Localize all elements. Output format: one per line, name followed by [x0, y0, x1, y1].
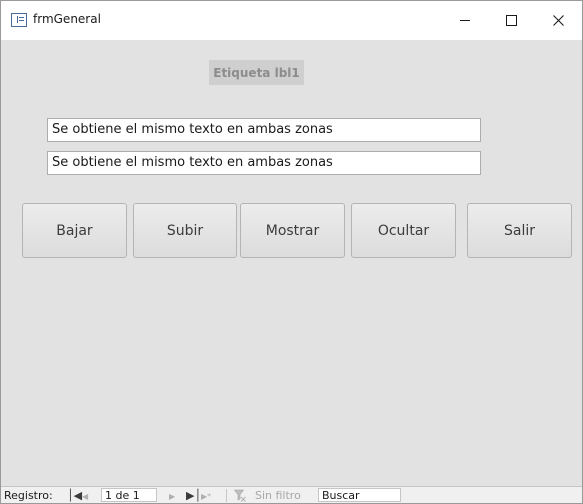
form-window: frmGeneral Etiqueta lbl1 Se obtiene el m…	[0, 0, 583, 504]
maximize-icon	[505, 15, 517, 26]
window-title: frmGeneral	[33, 12, 101, 26]
minimize-icon	[460, 20, 470, 21]
first-record-icon[interactable]: │◀	[67, 489, 82, 502]
last-record-icon[interactable]: ▶│	[186, 489, 201, 502]
salir-button[interactable]: Salir	[467, 203, 572, 258]
filter-icon	[234, 489, 246, 502]
filter-status[interactable]: Sin filtro	[255, 489, 301, 502]
record-number-field[interactable]: 1 de 1	[101, 488, 157, 502]
label-lbl1: Etiqueta lbl1	[209, 60, 304, 85]
form-icon	[11, 13, 27, 27]
next-record-icon[interactable]: ▶	[169, 490, 175, 503]
close-icon	[552, 15, 564, 26]
ocultar-button[interactable]: Ocultar	[351, 203, 456, 258]
subir-button[interactable]: Subir	[133, 203, 237, 258]
record-label: Registro:	[4, 489, 53, 502]
previous-record-icon[interactable]: ◀	[82, 490, 88, 503]
text-field-2[interactable]: Se obtiene el mismo texto en ambas zonas	[47, 151, 481, 175]
record-navigation-bar: Registro: │◀ ◀ 1 de 1 ▶ ▶│ ▶* Sin filtro…	[1, 486, 582, 503]
mostrar-button[interactable]: Mostrar	[240, 203, 345, 258]
search-input[interactable]: Buscar	[318, 488, 401, 502]
bajar-button[interactable]: Bajar	[22, 203, 127, 258]
minimize-button[interactable]	[442, 1, 488, 40]
title-bar[interactable]: frmGeneral	[1, 1, 582, 40]
new-record-icon[interactable]: ▶*	[201, 490, 211, 503]
text-field-1[interactable]: Se obtiene el mismo texto en ambas zonas	[47, 118, 481, 142]
close-button[interactable]	[535, 1, 581, 40]
separator	[226, 489, 227, 502]
maximize-button[interactable]	[488, 1, 534, 40]
